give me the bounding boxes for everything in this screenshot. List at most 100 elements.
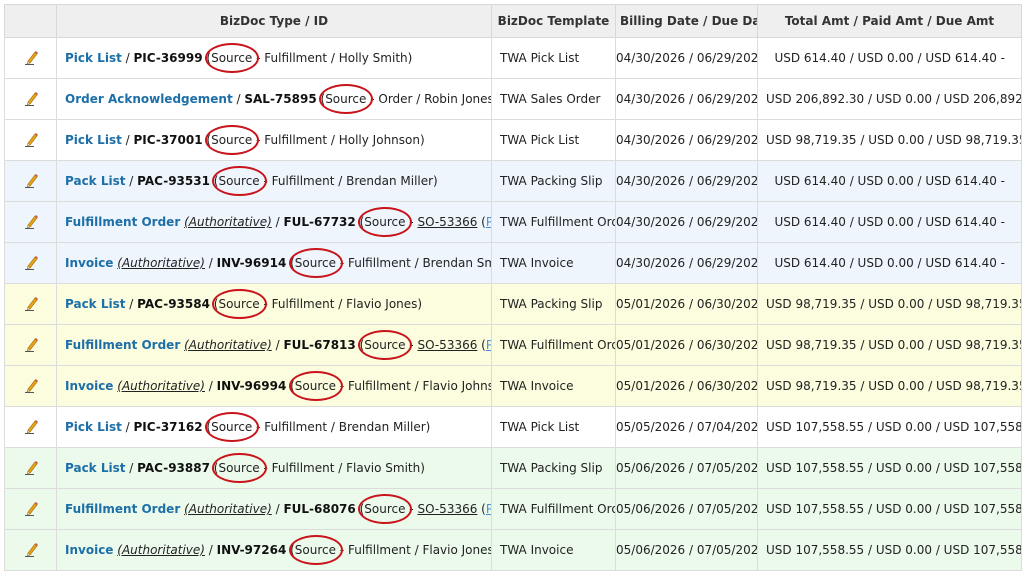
bizdoc-type-link[interactable]: Invoice <box>65 256 113 270</box>
dates-cell: 05/01/2026 / 06/30/2026 <box>615 283 758 325</box>
type-id-cell: Pack List / PAC-93531 (Source - Fulfillm… <box>56 160 492 202</box>
so-link[interactable]: SO-53366 <box>417 502 477 516</box>
template-cell: TWA Packing Slip <box>491 447 616 489</box>
template-cell: TWA Fulfillment Order <box>491 324 616 366</box>
source-description: Fulfillment / Brendan Miller) <box>271 174 438 188</box>
bizdoc-id: SAL-75895 <box>244 92 317 106</box>
pencil-icon[interactable] <box>24 336 38 355</box>
source-description: Fulfillment / Flavio Smith) <box>271 461 425 475</box>
table-row[interactable]: Pack List / PAC-93531 (Source - Fulfillm… <box>4 160 1022 202</box>
dates-cell: 05/06/2026 / 07/05/2026 <box>615 529 758 571</box>
pencil-icon[interactable] <box>24 377 38 396</box>
pencil-icon[interactable] <box>24 418 38 437</box>
authoritative-link[interactable]: (Authoritative) <box>117 256 205 270</box>
edit-cell[interactable] <box>4 365 57 407</box>
bizdoc-type-link[interactable]: Pack List <box>65 297 125 311</box>
source-description: Fulfillment / Brendan Miller) <box>264 420 431 434</box>
edit-cell[interactable] <box>4 160 57 202</box>
header-amounts[interactable]: Total Amt / Paid Amt / Due Amt <box>757 4 1022 38</box>
authoritative-link[interactable]: (Authoritative) <box>184 215 272 229</box>
table-row[interactable]: Fulfillment Order (Authoritative) / FUL-… <box>4 201 1022 243</box>
pencil-icon[interactable] <box>24 254 38 273</box>
type-id-cell: Pack List / PAC-93887 (Source - Fulfillm… <box>56 447 492 489</box>
edit-cell[interactable] <box>4 242 57 284</box>
type-id-cell: Pack List / PAC-93584 (Source - Fulfillm… <box>56 283 492 325</box>
template-cell: TWA Fulfillment Order <box>491 201 616 243</box>
pencil-icon[interactable] <box>24 213 38 232</box>
header-icon <box>4 4 57 38</box>
bizdoc-id: PAC-93887 <box>137 461 210 475</box>
edit-cell[interactable] <box>4 201 57 243</box>
source-label: Source <box>358 330 413 360</box>
edit-cell[interactable] <box>4 37 57 79</box>
bizdoc-type-link[interactable]: Fulfillment Order <box>65 502 180 516</box>
bizdoc-type-link[interactable]: Pick List <box>65 420 122 434</box>
table-row[interactable]: Invoice (Authoritative) / INV-97264 (Sou… <box>4 529 1022 571</box>
edit-cell[interactable] <box>4 406 57 448</box>
bizdoc-type-link[interactable]: Order Acknowledgement <box>65 92 233 106</box>
bizdoc-type-link[interactable]: Pick List <box>65 133 122 147</box>
pencil-icon[interactable] <box>24 541 38 560</box>
pencil-icon[interactable] <box>24 131 38 150</box>
amounts-cell: USD 98,719.35 / USD 0.00 / USD 98,719.35… <box>757 365 1022 407</box>
source-label: Source <box>288 535 344 565</box>
edit-cell[interactable] <box>4 324 57 366</box>
edit-cell[interactable] <box>4 447 57 489</box>
header-dates[interactable]: Billing Date / Due Date <box>615 4 758 38</box>
authoritative-link[interactable]: (Authoritative) <box>117 379 205 393</box>
header-template[interactable]: BizDoc Template <box>491 4 616 38</box>
table-row[interactable]: Pick List / PIC-37162 (Source - Fulfillm… <box>4 406 1022 448</box>
source-label: Source <box>358 207 413 237</box>
pac-link[interactable]: PAC-93887 <box>486 502 491 516</box>
table-row[interactable]: Pick List / PIC-37001 (Source - Fulfillm… <box>4 119 1022 161</box>
pencil-icon[interactable] <box>24 295 38 314</box>
so-link[interactable]: SO-53366 <box>417 338 477 352</box>
dates-cell: 05/05/2026 / 07/04/2026 <box>615 406 758 448</box>
edit-cell[interactable] <box>4 78 57 120</box>
table-row[interactable]: Pack List / PAC-93584 (Source - Fulfillm… <box>4 283 1022 325</box>
dates-cell: 04/30/2026 / 06/29/2026 <box>615 119 758 161</box>
dates-cell: 05/01/2026 / 06/30/2026 <box>615 365 758 407</box>
pencil-icon[interactable] <box>24 90 38 109</box>
table-row[interactable]: Order Acknowledgement / SAL-75895 (Sourc… <box>4 78 1022 120</box>
type-id-cell: Pick List / PIC-36999 (Source - Fulfillm… <box>56 37 492 79</box>
pencil-icon[interactable] <box>24 49 38 68</box>
header-type-id[interactable]: BizDoc Type / ID <box>56 4 492 38</box>
pencil-icon[interactable] <box>24 500 38 519</box>
pac-link[interactable]: PAC-93531 <box>486 215 491 229</box>
authoritative-link[interactable]: (Authoritative) <box>184 502 272 516</box>
template-cell: TWA Packing Slip <box>491 283 616 325</box>
edit-cell[interactable] <box>4 283 57 325</box>
header-row: BizDoc Type / ID BizDoc Template Billing… <box>4 4 1022 38</box>
edit-cell[interactable] <box>4 488 57 530</box>
table-row[interactable]: Pack List / PAC-93887 (Source - Fulfillm… <box>4 447 1022 489</box>
source-label: Source <box>212 166 267 196</box>
authoritative-link[interactable]: (Authoritative) <box>117 543 205 557</box>
edit-cell[interactable] <box>4 529 57 571</box>
type-id-cell: Invoice (Authoritative) / INV-96914 (Sou… <box>56 242 492 284</box>
table-row[interactable]: Pick List / PIC-36999 (Source - Fulfillm… <box>4 37 1022 79</box>
bizdoc-type-link[interactable]: Pack List <box>65 461 125 475</box>
template-cell: TWA Sales Order <box>491 78 616 120</box>
table-row[interactable]: Fulfillment Order (Authoritative) / FUL-… <box>4 488 1022 530</box>
so-link[interactable]: SO-53366 <box>417 215 477 229</box>
edit-cell[interactable] <box>4 119 57 161</box>
bizdoc-type-link[interactable]: Fulfillment Order <box>65 338 180 352</box>
bizdoc-type-link[interactable]: Invoice <box>65 543 113 557</box>
amounts-cell: USD 107,558.55 / USD 0.00 / USD 107,558.… <box>757 447 1022 489</box>
table-row[interactable]: Invoice (Authoritative) / INV-96914 (Sou… <box>4 242 1022 284</box>
bizdoc-type-link[interactable]: Pack List <box>65 174 125 188</box>
source-description: Fulfillment / Flavio Johnson) <box>347 379 491 393</box>
table-row[interactable]: Invoice (Authoritative) / INV-96994 (Sou… <box>4 365 1022 407</box>
amounts-cell: USD 107,558.55 / USD 0.00 / USD 107,558.… <box>757 406 1022 448</box>
authoritative-link[interactable]: (Authoritative) <box>184 338 272 352</box>
table-row[interactable]: Fulfillment Order (Authoritative) / FUL-… <box>4 324 1022 366</box>
type-id-cell: Invoice (Authoritative) / INV-97264 (Sou… <box>56 529 492 571</box>
pac-link[interactable]: PAC-93584 <box>486 338 491 352</box>
pencil-icon[interactable] <box>24 459 38 478</box>
bizdoc-type-link[interactable]: Pick List <box>65 51 122 65</box>
bizdoc-type-link[interactable]: Invoice <box>65 379 113 393</box>
template-cell: TWA Pick List <box>491 406 616 448</box>
pencil-icon[interactable] <box>24 172 38 191</box>
bizdoc-type-link[interactable]: Fulfillment Order <box>65 215 180 229</box>
